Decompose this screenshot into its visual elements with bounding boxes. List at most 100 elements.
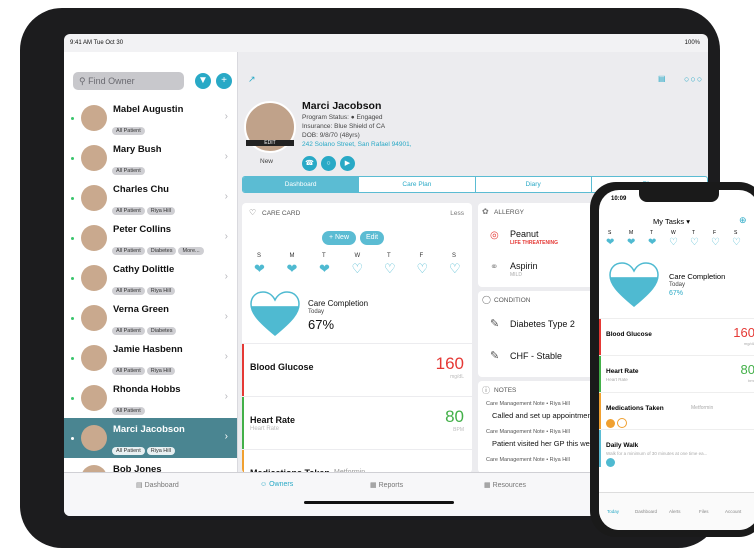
chevron-right-icon: › (224, 391, 228, 402)
tab-dashboard[interactable]: Dashboard (243, 177, 360, 192)
metric-sub: Heart Rate (250, 426, 280, 432)
address-link[interactable]: 242 Solano Street, San Rafael 94901, (302, 141, 412, 148)
patient-row[interactable]: Peter Collins All Patient Diabetes More... › (64, 218, 237, 259)
tag-badge: All Patient (112, 207, 145, 215)
patient-row[interactable]: Jamie Hasbenn All Patient Riya Hill › (64, 338, 237, 379)
phone-completion-label: Care Completion (669, 272, 726, 281)
phone-metric-row[interactable]: Heart Rate Heart Rate 80bmr (599, 355, 754, 393)
phone-tab-dashboard[interactable]: Dashboard (635, 509, 657, 514)
care-completion-label: Care Completion (308, 299, 369, 308)
day-heart-icon[interactable]: ♡ (352, 261, 364, 277)
filter-icon[interactable]: ▼ (195, 73, 211, 89)
day-heart-icon[interactable]: ♡ (711, 237, 720, 248)
patient-row[interactable]: Rhonda Hobbs All Patient › (64, 378, 237, 419)
phone-tab-today[interactable]: Today (607, 509, 619, 514)
chevron-right-icon: › (224, 431, 228, 442)
day-heart-icon[interactable]: ♡ (449, 261, 461, 277)
message-icon[interactable]: ○ (321, 156, 336, 171)
metric-value: 80 (445, 407, 464, 426)
phone-metric-row[interactable]: Daily Walk Walk for a minimum of 30 minut… (599, 429, 754, 467)
tab-diary[interactable]: Diary (476, 177, 592, 192)
metric-row[interactable]: Blood Glucose 160 mg/dL (242, 343, 472, 396)
day-label: M (629, 230, 634, 236)
edit-avatar-label[interactable]: EDIT (246, 140, 294, 146)
tab-care-plan[interactable]: Care Plan (359, 177, 476, 192)
status-dot (71, 397, 74, 400)
add-task-icon[interactable]: ⊕ (739, 215, 747, 226)
day-label: S (608, 230, 612, 236)
video-icon[interactable]: ▶ (340, 156, 355, 171)
more-icon[interactable]: ○○○ (684, 74, 703, 84)
day-heart-icon[interactable]: ❤ (254, 261, 265, 277)
patient-row-name: Peter Collins (113, 224, 172, 235)
expand-icon[interactable]: ↗ (248, 74, 256, 85)
chevron-right-icon: › (224, 351, 228, 362)
avatar (81, 425, 107, 451)
document-icon[interactable]: ▤ (658, 74, 666, 83)
phone-tab-alerts[interactable]: Alerts (669, 509, 681, 514)
day-heart-icon[interactable]: ❤ (627, 237, 635, 248)
phone-metric-row[interactable]: Medications Taken Metformin (599, 392, 754, 430)
patient-row-name: Marci Jacobson (113, 424, 185, 435)
tag-badge: Riya Hill (146, 287, 175, 295)
allergy-severity-2: MILD (510, 272, 522, 278)
metric-value: 80 (740, 362, 754, 377)
day-heart-icon[interactable]: ♡ (732, 237, 741, 248)
patient-row[interactable]: Marci Jacobson All Patient Riya Hill › (64, 418, 237, 459)
add-owner-button[interactable]: + (216, 73, 232, 89)
status-dot (71, 317, 74, 320)
tag-badge: All Patient (112, 127, 145, 135)
day-heart-icon[interactable]: ♡ (384, 261, 396, 277)
search-input[interactable]: ⚲ Find Owner (73, 72, 184, 90)
metric-sub: Heart Rate (606, 377, 628, 382)
insurance: Insurance: Blue Shield of CA (302, 123, 386, 130)
pencil-icon: ✎ (490, 350, 500, 362)
metric-color-bar (599, 393, 601, 430)
day-heart-icon[interactable]: ❤ (606, 237, 614, 248)
tag-badge: All Patient (112, 287, 145, 295)
metric-row[interactable]: Heart Rate Heart Rate 80 BPM (242, 396, 472, 449)
patient-row[interactable]: Mary Bush All Patient › (64, 138, 237, 179)
patient-row[interactable]: Cathy Dolittle All Patient Riya Hill › (64, 258, 237, 299)
tag-badge: All Patient (112, 247, 145, 255)
less-link[interactable]: Less (450, 210, 464, 217)
day-label: T (322, 253, 326, 259)
day-heart-icon[interactable]: ♡ (417, 261, 429, 277)
day-heart-icon[interactable]: ❤ (319, 261, 330, 277)
aspirin-icon: ⚭ (490, 262, 499, 273)
metric-unit: mg/dL (450, 374, 464, 380)
edit-care-button[interactable]: Edit (360, 231, 384, 245)
metric-value: 160 (733, 325, 754, 340)
phone-metric-row[interactable]: Blood Glucose 160 mg/dL (599, 318, 754, 356)
metric-row[interactable]: Medications Taken Metformin (242, 449, 472, 473)
day-heart-icon[interactable]: ❤ (648, 237, 656, 248)
phone-tab-files[interactable]: Files (699, 509, 709, 514)
patient-row[interactable]: Mabel Augustin All Patient › (64, 98, 237, 139)
metric-unit: BPM (453, 427, 464, 433)
tab-bar-owners[interactable]: ☺ Owners (260, 481, 293, 488)
note-text[interactable]: Patient visited her GP this week. (492, 439, 600, 448)
phone-icon[interactable]: ☎ (302, 156, 317, 171)
tag-badge: Riya Hill (146, 447, 175, 455)
tab-bar-dashboard[interactable]: ▤ Dashboard (136, 481, 179, 489)
day-heart-icon[interactable]: ♡ (690, 237, 699, 248)
new-task-button[interactable]: + New (322, 231, 356, 245)
walk-checkbox[interactable] (606, 458, 615, 467)
phone-tab-account[interactable]: Account (725, 509, 741, 514)
patient-row[interactable]: Verna Green All Patient Diabetes › (64, 298, 237, 339)
dob: DOB: 9/8/70 (48yrs) (302, 132, 360, 139)
phone-screen: 10:09 My Tasks ▾ ⊕ S ❤ M ❤ T ❤ W ♡ T ♡ F ♡ S ♡ Care C… (599, 190, 754, 530)
patient-tags: All Patient Riya Hill (112, 199, 177, 217)
patient-avatar[interactable]: EDIT (244, 101, 296, 153)
day-heart-icon[interactable]: ♡ (669, 237, 678, 248)
patient-row-name: Jamie Hasbenn (113, 344, 183, 355)
tag-badge: More... (178, 247, 204, 255)
chevron-right-icon: › (224, 231, 228, 242)
note-text[interactable]: Called and set up appointment for (492, 411, 605, 420)
tab-bar-reports[interactable]: ▦ Reports (370, 481, 403, 489)
tab-bar-resources[interactable]: ▦ Resources (484, 481, 526, 489)
day-heart-icon[interactable]: ❤ (287, 261, 298, 277)
phone-title[interactable]: My Tasks ▾ (653, 217, 690, 226)
patient-row[interactable]: Charles Chu All Patient Riya Hill › (64, 178, 237, 219)
day-label: M (289, 253, 295, 259)
